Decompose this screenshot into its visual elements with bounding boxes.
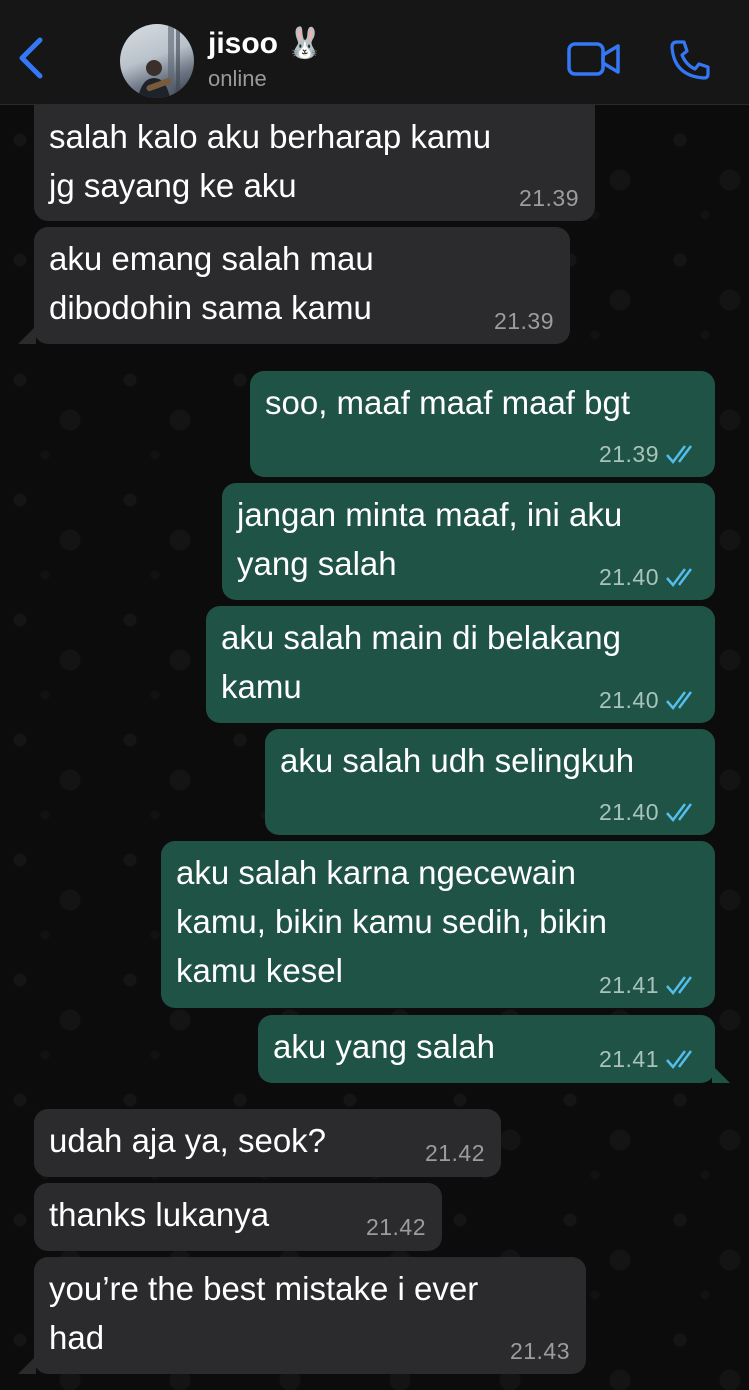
message-bubble-incoming[interactable]: udah aja ya, seok? 21.42 bbox=[34, 1109, 501, 1177]
bubble-tail bbox=[18, 1356, 36, 1374]
message-bubble-outgoing[interactable]: aku salah karna ngecewain kamu, bikin ka… bbox=[161, 841, 715, 1008]
message-meta: 21.41 bbox=[599, 972, 699, 998]
message-bubble-outgoing[interactable]: jangan minta maaf, ini aku yang salah 21… bbox=[222, 483, 715, 600]
message-meta: 21.39 bbox=[519, 185, 579, 211]
message-time: 21.42 bbox=[424, 1140, 485, 1166]
message-meta: 21.40 bbox=[599, 564, 699, 590]
double-check-icon bbox=[666, 1050, 692, 1069]
message-meta: 21.41 bbox=[599, 1046, 699, 1072]
contact-avatar[interactable] bbox=[120, 24, 194, 98]
message-meta: 21.40 bbox=[599, 799, 699, 825]
bubble-tail bbox=[712, 1065, 730, 1083]
message-meta: 21.39 bbox=[494, 308, 554, 334]
message-bubble-incoming[interactable]: aku emang salah mau dibodohin sama kamu … bbox=[34, 227, 570, 344]
video-camera-icon bbox=[567, 42, 620, 76]
double-check-icon bbox=[666, 803, 692, 822]
message-meta: 21.39 bbox=[599, 441, 699, 467]
message-meta: 21.42 bbox=[366, 1214, 426, 1240]
message-meta: 21.43 bbox=[510, 1338, 570, 1364]
message-time: 21.40 bbox=[598, 799, 659, 825]
message-bubble-outgoing[interactable]: aku salah main di belakang kamu 21.40 bbox=[206, 606, 715, 723]
chat-header: jisoo 🐰 online bbox=[0, 0, 749, 105]
message-bubble-outgoing[interactable]: soo, maaf maaf maaf bgt 21.39 bbox=[250, 371, 715, 477]
double-check-icon bbox=[666, 976, 692, 995]
back-button[interactable] bbox=[14, 36, 48, 80]
message-text: soo, maaf maaf maaf bgt bbox=[265, 384, 631, 421]
message-text: aku emang salah mau dibodohin sama kamu bbox=[49, 240, 374, 326]
voice-call-button[interactable] bbox=[668, 38, 712, 82]
message-time: 21.40 bbox=[598, 564, 659, 590]
message-time: 21.39 bbox=[598, 441, 659, 467]
phone-icon bbox=[670, 40, 710, 80]
message-bubble-incoming[interactable]: you’re the best mistake i ever had 21.43 bbox=[34, 1257, 586, 1374]
message-text: you’re the best mistake i ever had bbox=[49, 1270, 479, 1356]
message-text: udah aja ya, seok? bbox=[49, 1122, 327, 1159]
message-bubble-outgoing[interactable]: aku salah udh selingkuh 21.40 bbox=[265, 729, 715, 835]
double-check-icon bbox=[666, 691, 692, 710]
message-time: 21.39 bbox=[518, 185, 579, 211]
video-call-button[interactable] bbox=[566, 38, 622, 80]
message-bubble-outgoing[interactable]: aku yang salah 21.41 bbox=[258, 1015, 715, 1083]
message-text: aku salah udh selingkuh bbox=[280, 742, 635, 779]
message-time: 21.41 bbox=[598, 1046, 659, 1072]
chevron-left-icon bbox=[19, 37, 43, 79]
chat-screen: jisoo 🐰 online salah kalo aku berharap k… bbox=[0, 0, 749, 1390]
message-time: 21.40 bbox=[598, 687, 659, 713]
avatar-photo bbox=[138, 24, 180, 98]
contact-status: online bbox=[208, 66, 267, 91]
message-time: 21.41 bbox=[598, 972, 659, 998]
message-meta: 21.42 bbox=[425, 1140, 485, 1166]
message-meta: 21.40 bbox=[599, 687, 699, 713]
message-bubble-incoming[interactable]: thanks lukanya 21.42 bbox=[34, 1183, 442, 1251]
bubble-tail bbox=[18, 326, 36, 344]
double-check-icon bbox=[666, 445, 692, 464]
message-time: 21.43 bbox=[509, 1338, 570, 1364]
message-time: 21.42 bbox=[365, 1214, 426, 1240]
message-time: 21.39 bbox=[493, 308, 554, 334]
contact-name[interactable]: jisoo 🐰 bbox=[208, 26, 324, 61]
message-bubble-incoming[interactable]: salah kalo aku berharap kamu jg sayang k… bbox=[34, 90, 595, 221]
double-check-icon bbox=[666, 568, 692, 587]
message-text: salah kalo aku berharap kamu jg sayang k… bbox=[49, 118, 492, 204]
